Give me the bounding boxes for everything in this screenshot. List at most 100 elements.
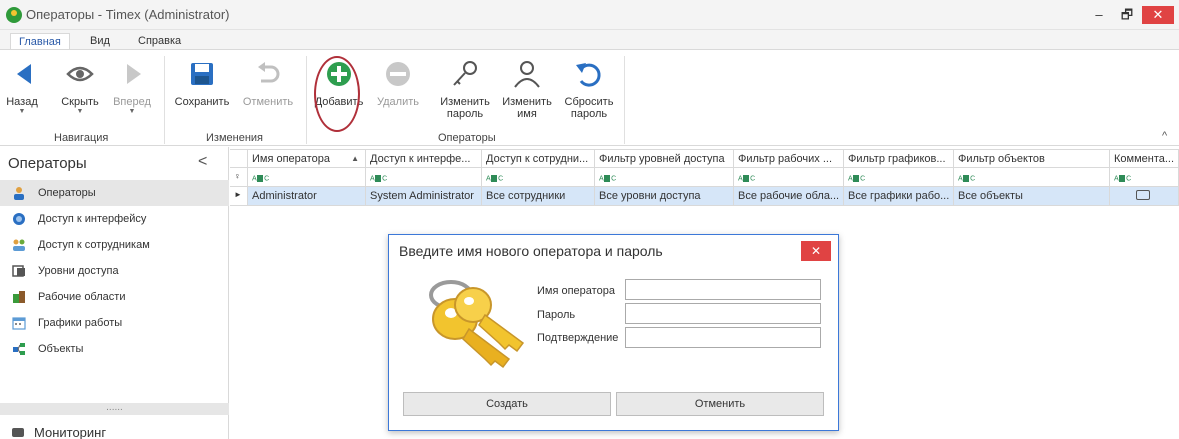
sidebar-item-label: Операторы <box>38 187 96 199</box>
column-header-interface-access[interactable]: Доступ к интерфе... <box>366 149 482 168</box>
sort-ascending-icon: ▲ <box>351 154 359 163</box>
filter-cell[interactable]: AC <box>482 168 595 187</box>
change-name-label-2: имя <box>517 108 537 120</box>
collapse-sidebar-icon[interactable]: < <box>198 153 207 171</box>
title-bar: Операторы - Timex (Administrator) – 🗗 ✕ <box>0 0 1179 30</box>
app-logo-icon <box>6 7 22 23</box>
cell-employees-access[interactable]: Все сотрудники <box>482 187 595 206</box>
filter-cell[interactable]: AC <box>734 168 844 187</box>
cell-objects-filter[interactable]: Все объекты <box>954 187 1110 206</box>
cell-interface-access[interactable]: System Administrator <box>366 187 482 206</box>
change-password-label-2: пароль <box>446 108 484 120</box>
close-window-button[interactable]: ✕ <box>1142 6 1174 24</box>
dialog-title: Введите имя нового оператора и пароль <box>399 243 663 259</box>
confirm-password-input[interactable] <box>625 327 821 348</box>
employees-access-icon <box>13 239 25 251</box>
grid-filter-row: ♀ AC AC AC AC AC AC AC AC <box>230 168 1179 187</box>
user-icon <box>14 187 24 200</box>
save-button[interactable]: Сохранить <box>172 54 232 108</box>
dialog-close-button[interactable]: ✕ <box>801 241 831 261</box>
grid-header-row: Имя оператора ▲ Доступ к интерфе... Досту… <box>230 149 1179 168</box>
column-header-work-areas-filter[interactable]: Фильтр рабочих ... <box>734 149 844 168</box>
back-button[interactable]: Назад ▼ <box>2 54 42 116</box>
keys-icon <box>429 280 525 369</box>
username-label: Имя оператора <box>537 285 615 297</box>
filter-row-pin-icon: ♀ <box>230 168 248 187</box>
forward-button[interactable]: Вперед ▼ <box>112 54 152 116</box>
change-name-button[interactable]: Изменить имя <box>502 54 552 120</box>
undo-label: Отменить <box>242 96 294 108</box>
sidebar-item-schedules[interactable]: Графики работы <box>0 310 229 336</box>
filter-cell[interactable]: AC <box>1110 168 1179 187</box>
cell-work-areas-filter[interactable]: Все рабочие обла... <box>734 187 844 206</box>
cancel-button[interactable]: Отменить <box>616 392 824 416</box>
reset-password-button[interactable]: Сбросить пароль <box>564 54 614 120</box>
undo-arrow-icon <box>246 54 290 94</box>
save-label: Сохранить <box>174 96 230 108</box>
group-navigation-label: Навигация <box>54 132 109 144</box>
sidebar-item-work-areas[interactable]: Рабочие области <box>0 284 229 310</box>
password-input[interactable] <box>625 303 821 324</box>
filter-cell[interactable]: AC <box>248 168 366 187</box>
maximize-button[interactable]: 🗗 <box>1118 6 1136 24</box>
sidebar-item-access-levels[interactable]: Уровни доступа <box>0 258 229 284</box>
column-header-objects-filter[interactable]: Фильтр объектов <box>954 149 1110 168</box>
sidebar-item-employees-access[interactable]: Доступ к сотрудникам <box>0 232 229 258</box>
cell-comment[interactable] <box>1110 187 1179 206</box>
filter-cell[interactable]: AC <box>595 168 734 187</box>
change-password-button[interactable]: Изменить пароль <box>440 54 490 120</box>
hide-button[interactable]: Скрыть ▼ <box>58 54 102 116</box>
sidebar-item-label: Рабочие области <box>38 291 126 303</box>
highlight-ring <box>314 56 360 132</box>
table-row[interactable]: ► Administrator System Administrator Все… <box>230 187 1179 206</box>
collapse-ribbon-icon[interactable]: ^ <box>1162 130 1167 142</box>
column-header-employees-access[interactable]: Доступ к сотрудни... <box>482 149 595 168</box>
ribbon-separator <box>306 56 307 144</box>
confirm-password-label: Подтверждение <box>537 332 619 344</box>
create-button[interactable]: Создать <box>403 392 611 416</box>
sidebar-item-objects[interactable]: Объекты <box>0 336 229 362</box>
sidebar-item-interface-access[interactable]: Доступ к интерфейсу <box>0 206 229 232</box>
objects-icon <box>13 343 25 355</box>
sidebar-item-label: Объекты <box>38 343 84 355</box>
user-outline-icon <box>505 54 549 94</box>
group-changes-label: Изменения <box>206 132 263 144</box>
sidebar-item-label: Уровни доступа <box>38 265 119 277</box>
forward-label: Вперед <box>113 96 151 108</box>
sidebar-splitter[interactable]: ...... <box>0 403 229 415</box>
work-areas-icon <box>13 291 25 303</box>
calendar-icon <box>12 317 26 330</box>
username-input[interactable] <box>625 279 821 300</box>
filter-cell[interactable]: AC <box>366 168 482 187</box>
ribbon-separator <box>164 56 165 144</box>
sidebar-item-operators[interactable]: Операторы <box>0 180 229 206</box>
cell-operator-name[interactable]: Administrator <box>248 187 366 206</box>
column-header-access-levels-filter[interactable]: Фильтр уровней доступа <box>595 149 734 168</box>
text-filter-icon: AC <box>1114 174 1131 182</box>
interface-access-icon <box>13 213 25 225</box>
filter-cell[interactable]: AC <box>954 168 1110 187</box>
sidebar-item-label: Доступ к сотрудникам <box>38 239 150 251</box>
column-header-operator-name[interactable]: Имя оператора ▲ <box>248 149 366 168</box>
column-header-comment[interactable]: Коммента... <box>1110 149 1179 168</box>
minus-circle-icon <box>376 54 420 94</box>
cell-access-levels-filter[interactable]: Все уровни доступа <box>595 187 734 206</box>
delete-label: Удалить <box>377 96 419 108</box>
sidebar-item-label: Доступ к интерфейсу <box>38 213 147 225</box>
sidebar-item-monitoring[interactable]: Мониторинг <box>12 425 106 439</box>
back-label: Назад <box>6 96 38 108</box>
change-password-label-1: Изменить <box>440 96 490 108</box>
sidebar-item-label: Мониторинг <box>34 425 107 439</box>
filter-cell[interactable]: AC <box>844 168 954 187</box>
reset-password-label-2: пароль <box>570 108 608 120</box>
reset-arrow-icon <box>567 54 611 94</box>
row-indicator-icon: ► <box>230 187 248 206</box>
cell-schedules-filter[interactable]: Все графики рабо... <box>844 187 954 206</box>
column-header-schedules-filter[interactable]: Фильтр графиков... <box>844 149 954 168</box>
undo-button[interactable]: Отменить <box>240 54 296 108</box>
ribbon-separator <box>624 56 625 144</box>
text-filter-icon: AC <box>370 174 387 182</box>
minimize-button[interactable]: – <box>1090 6 1108 24</box>
text-filter-icon: AC <box>848 174 865 182</box>
delete-operator-button[interactable]: Удалить <box>374 54 422 108</box>
